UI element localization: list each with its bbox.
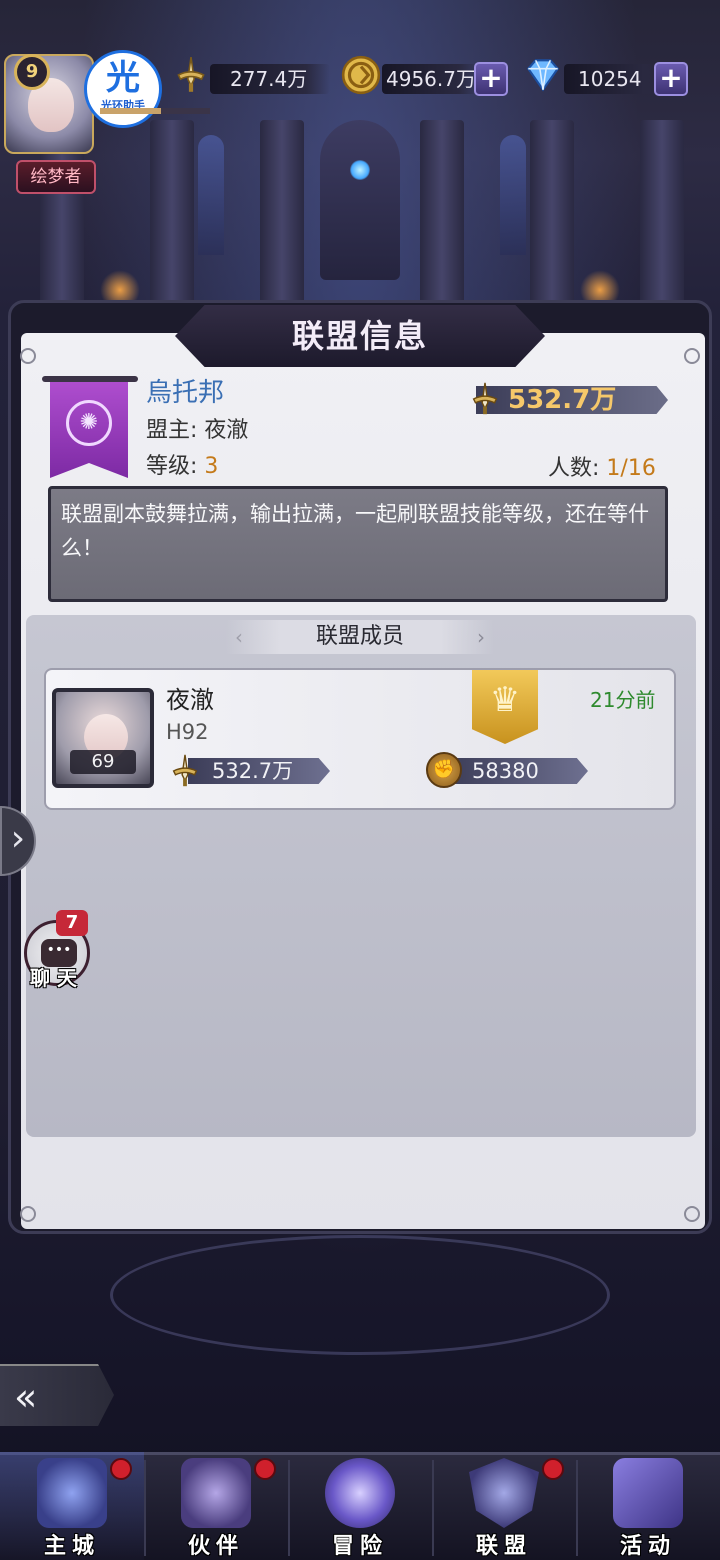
nav-label: 冒险 — [331, 1534, 388, 1559]
sword-icon — [172, 754, 198, 787]
nav-adventure[interactable]: 冒险 — [288, 1452, 432, 1560]
top-bar: 9 光 光环助手 绘梦者 277.4万 4956.7万 + 10254 + — [0, 48, 720, 194]
sword-icon — [472, 382, 498, 415]
diamond-resource-value: 10254 — [564, 64, 664, 94]
background-pillar — [420, 120, 464, 320]
shield-icon — [469, 1458, 539, 1528]
back-button[interactable]: « — [0, 1364, 114, 1426]
nav-main-city[interactable]: 主城 — [0, 1452, 144, 1560]
portal-icon — [325, 1458, 395, 1528]
alliance-notice: 联盟副本鼓舞拉满，输出拉满，一起刷联盟技能等级，还在等什么！ — [48, 486, 668, 602]
cards-icon — [613, 1458, 683, 1528]
hat-icon — [181, 1458, 251, 1528]
alliance-member-count: 人数: 1/16 — [548, 450, 656, 482]
corner-ornament — [684, 1206, 700, 1222]
alliance-leader: 盟主: 夜澈 — [146, 412, 248, 444]
level-label: 等级: — [146, 454, 198, 479]
diamond-icon — [526, 59, 560, 92]
corner-ornament — [20, 1206, 36, 1222]
background-window — [198, 135, 224, 255]
background-pillar — [530, 120, 574, 320]
nav-label: 主城 — [43, 1534, 100, 1559]
castle-icon — [37, 1458, 107, 1528]
add-diamond-button[interactable]: + — [654, 62, 688, 96]
leader-label: 盟主: — [146, 418, 198, 443]
nav-alliance[interactable]: 联盟 — [432, 1452, 576, 1560]
helper-logo-icon: 光 — [106, 58, 140, 98]
level-value: 3 — [204, 454, 219, 479]
background-pillar — [260, 120, 304, 320]
alliance-emblem-icon: ✺ — [66, 400, 112, 446]
leader-name: 夜澈 — [204, 418, 249, 443]
member-level: 69 — [70, 750, 136, 774]
helper-app-button[interactable]: 光 光环助手 — [84, 50, 162, 128]
sword-icon — [177, 57, 205, 92]
background-floor-circle — [110, 1235, 610, 1355]
add-gold-button[interactable]: + — [474, 62, 508, 96]
chat-unread-badge: 7 — [56, 910, 88, 936]
nav-partner[interactable]: 伙伴 — [144, 1452, 288, 1560]
member-count-label: 人数: — [548, 456, 600, 481]
nav-badge-dot — [542, 1458, 564, 1480]
chat-label: 聊 天 — [30, 966, 77, 990]
nav-activity[interactable]: 活动 — [576, 1452, 720, 1560]
corner-ornament — [684, 348, 700, 364]
title-badge[interactable]: 绘梦者 — [16, 160, 96, 194]
fist-icon: ✊ — [426, 752, 462, 788]
background-window — [500, 135, 526, 255]
background-throne — [320, 120, 400, 280]
member-name: 夜澈 — [166, 686, 214, 714]
crown-icon: ♛ — [472, 670, 538, 744]
member-count-value: 1/16 — [606, 456, 656, 481]
background-pillar — [640, 120, 684, 320]
corner-ornament — [20, 348, 36, 364]
nav-badge-dot — [254, 1458, 276, 1480]
xp-bar — [100, 108, 210, 114]
alliance-name: 烏托邦 — [146, 378, 225, 408]
chevron-right-icon: › — [477, 625, 485, 649]
background-pillar — [150, 120, 194, 320]
power-resource-value: 277.4万 — [210, 64, 330, 94]
player-level-badge: 9 — [14, 54, 50, 90]
alliance-level: 等级: 3 — [146, 448, 218, 480]
nav-label: 活动 — [619, 1534, 676, 1559]
banner-rod — [42, 376, 138, 382]
gold-coin-icon — [341, 55, 381, 95]
alliance-power: 532.7万 — [476, 386, 668, 414]
nav-label: 联盟 — [475, 1534, 532, 1559]
member-last-online: 21分前 — [590, 688, 656, 712]
background-orb — [350, 160, 370, 180]
gold-resource-value: 4956.7万 — [382, 64, 478, 94]
nav-badge-dot — [110, 1458, 132, 1480]
nav-label: 伙伴 — [187, 1534, 244, 1559]
xp-bar-fill — [100, 108, 161, 114]
panel-title: 联盟信息 — [175, 305, 545, 367]
members-header: 联盟成员 — [226, 620, 494, 654]
member-power: 532.7万 — [188, 758, 330, 784]
member-contribution: 58380 — [448, 758, 588, 784]
member-server: H92 — [166, 720, 209, 744]
